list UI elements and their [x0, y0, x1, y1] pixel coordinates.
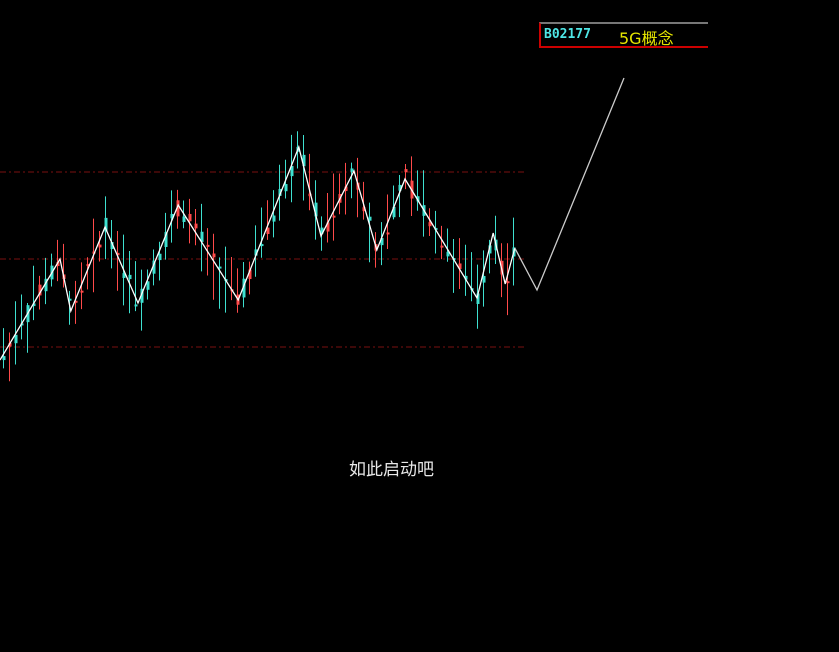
candle-body [2, 356, 6, 361]
candle-body [482, 275, 486, 283]
candle-body [386, 232, 390, 235]
candle-body [332, 215, 336, 218]
candle-body [272, 215, 276, 222]
candle-body [212, 253, 216, 258]
candle-body [404, 169, 408, 173]
candle-body [98, 244, 102, 248]
concept-label: 5G概念 [619, 29, 674, 48]
candle-body [350, 168, 354, 172]
candle-body [368, 216, 372, 221]
candle-body [218, 266, 222, 269]
candle-body [188, 213, 192, 222]
candle-body [158, 253, 162, 261]
chart-caption: 如此启动吧 [349, 460, 434, 480]
candle-body [80, 290, 84, 293]
candle-body [506, 281, 510, 284]
stock-code: B02177 [544, 27, 591, 42]
candle-body [440, 245, 444, 248]
candle-body [182, 216, 186, 223]
kline-chart [0, 77, 625, 382]
stock-info-box: B02177 5G概念 [539, 22, 708, 48]
candle-body [206, 244, 210, 247]
candle-body [128, 274, 132, 280]
candle-body [194, 223, 198, 229]
candle-body [284, 184, 288, 192]
candle-body [134, 304, 138, 307]
projection-line [514, 77, 625, 292]
candle-body [260, 244, 264, 247]
